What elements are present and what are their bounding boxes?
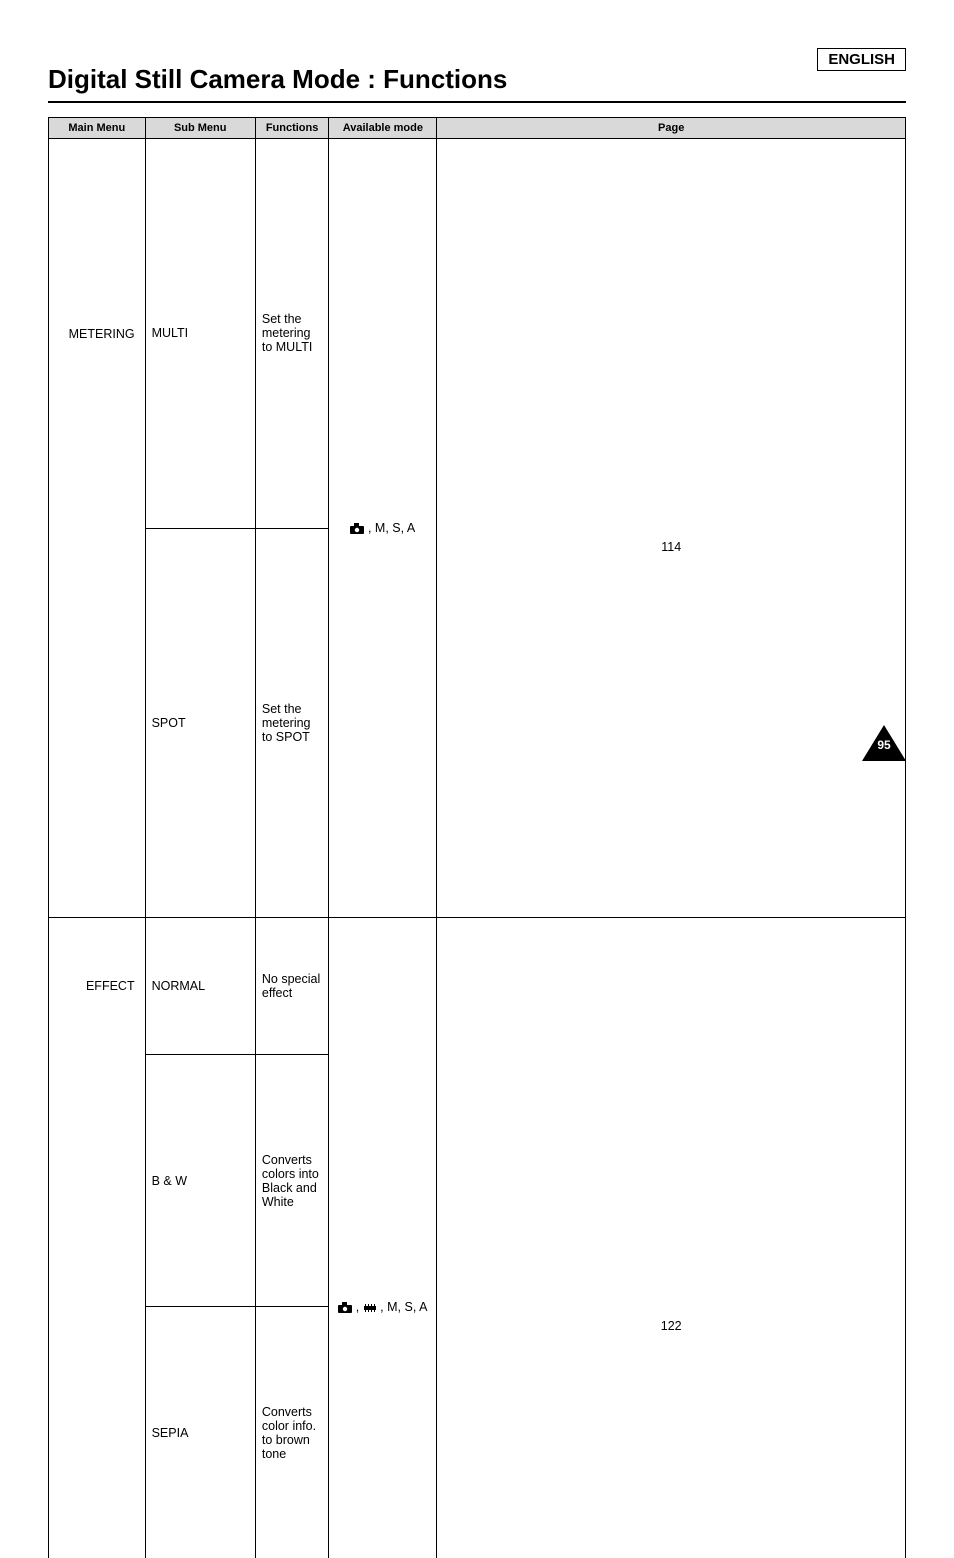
page-cell: 114 bbox=[437, 139, 906, 918]
sub-menu-cell: NORMAL bbox=[145, 918, 255, 1055]
main-menu-cell: METERING bbox=[49, 139, 146, 529]
table-row: METERINGMULTISet the metering to MULTI ,… bbox=[49, 139, 906, 529]
function-cell: Converts color info. to brown tone bbox=[255, 1307, 328, 1558]
functions-table: Main Menu Sub Menu Functions Available m… bbox=[48, 117, 906, 1558]
sub-menu-cell: SEPIA bbox=[145, 1307, 255, 1558]
language-tag: ENGLISH bbox=[817, 48, 906, 71]
function-cell: No special effect bbox=[255, 918, 328, 1055]
function-cell: Set the metering to MULTI bbox=[255, 139, 328, 529]
page-cell: 122 bbox=[437, 918, 906, 1558]
col-main-menu: Main Menu bbox=[49, 118, 146, 139]
movie-icon bbox=[363, 1302, 377, 1313]
table-row: EFFECTNORMALNo special effect , , M, S, … bbox=[49, 918, 906, 1055]
camera-icon bbox=[338, 1302, 352, 1313]
main-menu-cell: EFFECT bbox=[49, 918, 146, 1055]
col-page: Page bbox=[437, 118, 906, 139]
function-cell: Set the metering to SPOT bbox=[255, 528, 328, 918]
col-sub-menu: Sub Menu bbox=[145, 118, 255, 139]
mode-cell: , , M, S, A bbox=[329, 918, 437, 1558]
page-number-badge: 95 bbox=[862, 725, 906, 761]
page-number: 95 bbox=[862, 738, 906, 752]
camera-icon bbox=[350, 523, 364, 534]
mode-cell: , M, S, A bbox=[329, 139, 437, 918]
function-cell: Converts colors into Black and White bbox=[255, 1054, 328, 1307]
sub-menu-cell: B & W bbox=[145, 1054, 255, 1307]
sub-menu-cell: SPOT bbox=[145, 528, 255, 918]
sub-menu-cell: MULTI bbox=[145, 139, 255, 529]
page-title: Digital Still Camera Mode : Functions bbox=[48, 64, 906, 103]
col-functions: Functions bbox=[255, 118, 328, 139]
col-available-mode: Available mode bbox=[329, 118, 437, 139]
